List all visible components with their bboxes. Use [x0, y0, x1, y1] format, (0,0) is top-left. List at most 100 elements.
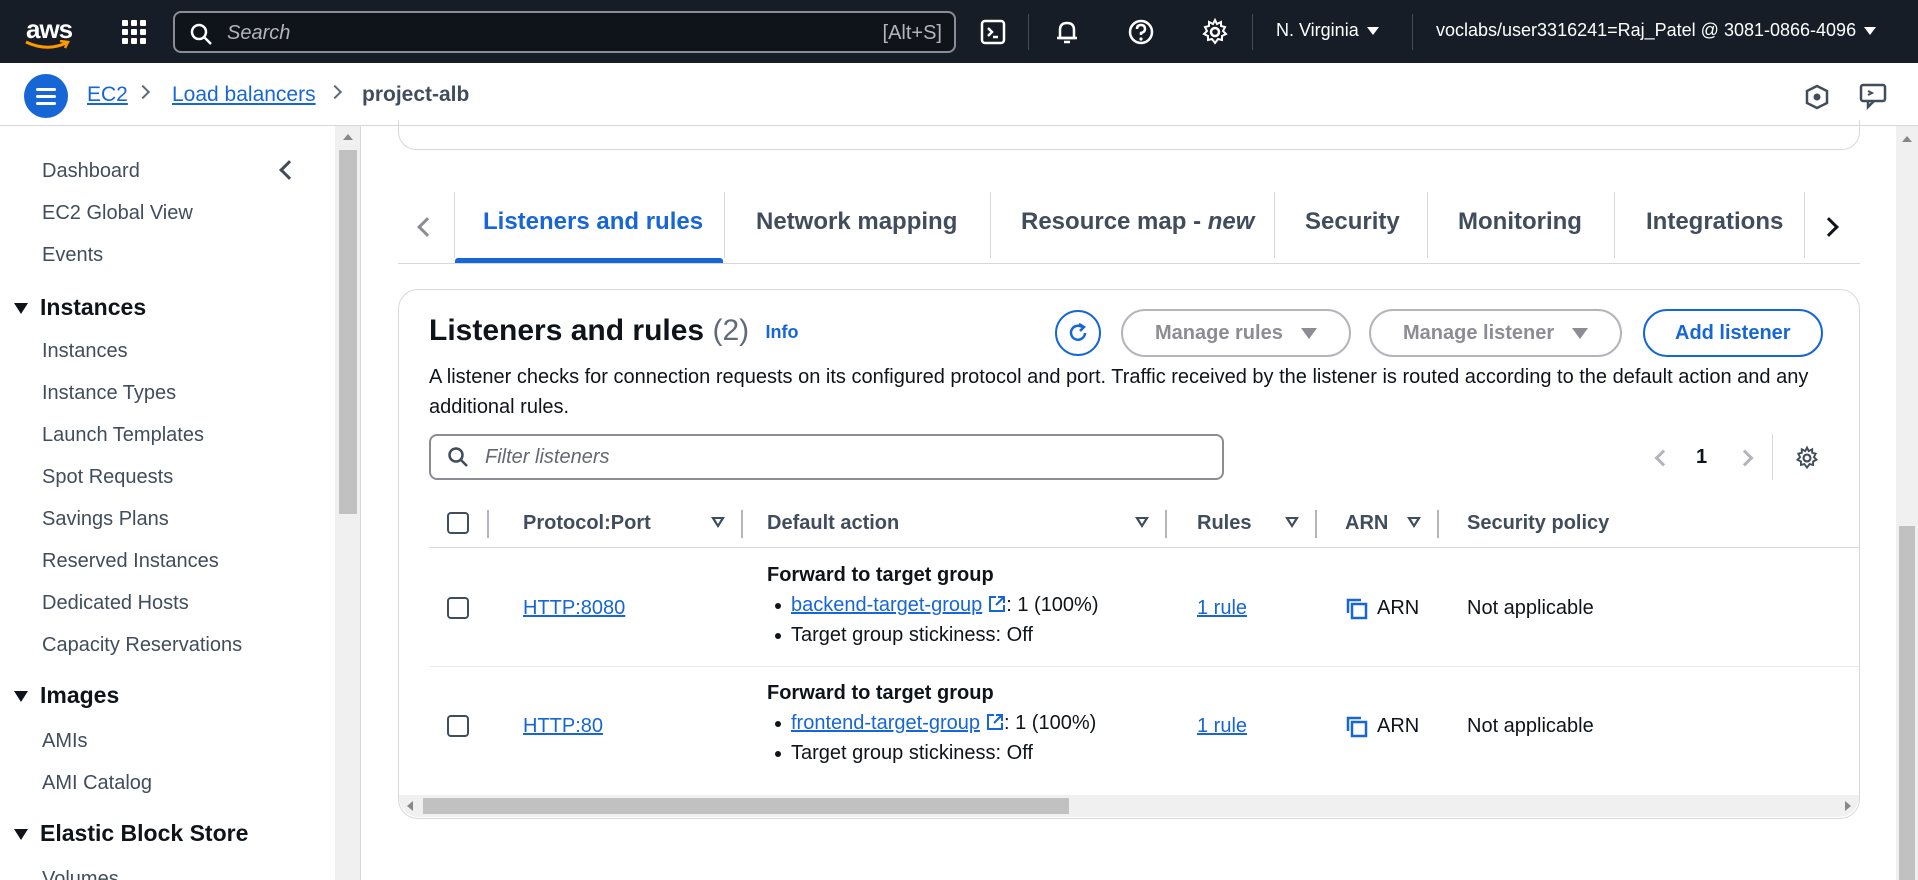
- default-action-title: Forward to target group: [767, 682, 994, 704]
- sidebar-item-dashboard[interactable]: Dashboard: [42, 160, 140, 183]
- previous-page-icon[interactable]: [1654, 449, 1672, 467]
- column-divider: [1315, 510, 1317, 538]
- chevron-right-icon: [135, 84, 151, 100]
- sidebar-item-instance-types[interactable]: Instance Types: [42, 382, 176, 405]
- column-header-default-action[interactable]: Default action: [767, 512, 899, 535]
- table-row[interactable]: HTTP:8080 Forward to target group backen…: [429, 549, 1859, 667]
- gear-icon[interactable]: [1200, 17, 1230, 47]
- add-listener-label: Add listener: [1675, 322, 1791, 344]
- search-icon: [448, 447, 468, 467]
- page-number[interactable]: 1: [1696, 446, 1707, 469]
- table-row[interactable]: HTTP:80 Forward to target group frontend…: [429, 667, 1859, 785]
- sidebar-item-ec2-global-view[interactable]: EC2 Global View: [42, 202, 193, 225]
- detail-tabs: Listeners and rules Network mapping Reso…: [398, 190, 1860, 264]
- tab-security[interactable]: Security: [1305, 208, 1400, 236]
- tab-integrations[interactable]: Integrations: [1646, 208, 1783, 236]
- column-divider: [487, 510, 489, 538]
- sort-icon[interactable]: [1285, 517, 1299, 528]
- sort-icon[interactable]: [1407, 517, 1421, 528]
- target-group-link[interactable]: backend-target-group: [791, 594, 982, 616]
- tab-divider: [1274, 192, 1275, 258]
- tab-divider: [990, 192, 991, 258]
- listeners-count: (2): [712, 314, 750, 347]
- info-link[interactable]: Info: [765, 322, 798, 342]
- sidebar-item-amis[interactable]: AMIs: [42, 730, 88, 753]
- manage-listener-button[interactable]: Manage listener: [1369, 309, 1623, 357]
- sidebar-item-instances[interactable]: Instances: [42, 340, 128, 363]
- apps-grid-icon[interactable]: [122, 20, 146, 44]
- arn-label: ARN: [1377, 715, 1420, 737]
- default-action-title: Forward to target group: [767, 564, 994, 586]
- sidebar-item-dedicated-hosts[interactable]: Dedicated Hosts: [42, 592, 189, 615]
- rules-link[interactable]: 1 rule: [1197, 715, 1247, 738]
- table-settings-icon[interactable]: [1794, 445, 1820, 471]
- tab-resource-map[interactable]: Resource map - new: [1021, 208, 1254, 236]
- sidebar-item-volumes[interactable]: Volumes: [42, 868, 119, 880]
- sidebar-section-instances[interactable]: Instances: [14, 294, 146, 321]
- listener-protocol-port-link[interactable]: HTTP:8080: [523, 597, 625, 620]
- manage-rules-button[interactable]: Manage rules: [1121, 309, 1351, 357]
- select-all-checkbox[interactable]: [447, 512, 469, 534]
- next-page-icon[interactable]: [1736, 449, 1754, 467]
- tab-monitoring[interactable]: Monitoring: [1458, 208, 1582, 236]
- search-icon: [190, 23, 212, 45]
- external-link-icon[interactable]: [988, 595, 1006, 613]
- chevron-left-icon[interactable]: [417, 217, 437, 237]
- region-selector[interactable]: N. Virginia: [1276, 20, 1379, 41]
- sort-icon[interactable]: [1135, 517, 1149, 528]
- add-listener-button[interactable]: Add listener: [1643, 309, 1823, 357]
- bullet: [775, 632, 781, 639]
- column-header-arn[interactable]: ARN: [1345, 512, 1388, 535]
- pager-divider: [1772, 434, 1773, 480]
- chevron-right-icon[interactable]: [1819, 217, 1839, 237]
- feedback-icon[interactable]: [1858, 81, 1888, 111]
- copy-icon[interactable]: [1345, 597, 1369, 621]
- rules-link[interactable]: 1 rule: [1197, 597, 1247, 620]
- breadcrumb-ec2-link[interactable]: EC2: [87, 83, 128, 107]
- listeners-heading: Listeners and rules: [429, 314, 705, 347]
- cloudshell-icon[interactable]: [978, 17, 1008, 47]
- sidebar-section-title: Instances: [40, 294, 147, 320]
- shield-settings-icon[interactable]: [1802, 82, 1832, 112]
- tab-listeners-and-rules[interactable]: Listeners and rules: [483, 208, 703, 236]
- sort-icon[interactable]: [711, 517, 725, 528]
- bell-icon[interactable]: [1052, 17, 1082, 47]
- menu-toggle-button[interactable]: [24, 74, 68, 118]
- sidebar-item-capacity-reservations[interactable]: Capacity Reservations: [42, 634, 242, 657]
- breadcrumb-load-balancers-link[interactable]: Load balancers: [172, 83, 316, 107]
- sidebar-item-launch-templates[interactable]: Launch Templates: [42, 424, 204, 447]
- column-header-protocol-port[interactable]: Protocol:Port: [523, 512, 651, 535]
- sidebar-item-ami-catalog[interactable]: AMI Catalog: [42, 772, 152, 795]
- tab-network-mapping[interactable]: Network mapping: [756, 208, 957, 236]
- sidebar-section-images[interactable]: Images: [14, 682, 119, 709]
- sidebar-item-events[interactable]: Events: [42, 244, 103, 267]
- sidebar-item-savings-plans[interactable]: Savings Plans: [42, 508, 169, 531]
- sidebar-item-reserved-instances[interactable]: Reserved Instances: [42, 550, 219, 573]
- sidebar-scrollbar[interactable]: [335, 126, 361, 880]
- stickiness-line: Target group stickiness: Off: [775, 624, 1033, 647]
- active-tab-indicator: [455, 258, 723, 263]
- target-group-link[interactable]: frontend-target-group: [791, 712, 980, 734]
- arn-label: ARN: [1377, 597, 1420, 619]
- table-horizontal-scrollbar[interactable]: [399, 795, 1859, 817]
- main-scrollbar[interactable]: [1896, 126, 1918, 880]
- search-shortcut: [Alt+S]: [882, 22, 942, 44]
- help-icon[interactable]: [1126, 17, 1156, 47]
- account-menu[interactable]: voclabs/user3316241=Raj_Patel @ 3081-086…: [1436, 20, 1877, 41]
- refresh-button[interactable]: [1055, 310, 1101, 356]
- global-search-input[interactable]: Search [Alt+S]: [173, 11, 956, 53]
- manage-listener-label: Manage listener: [1403, 322, 1555, 344]
- bullet: [775, 602, 781, 609]
- listener-protocol-port-link[interactable]: HTTP:80: [523, 715, 603, 738]
- row-checkbox[interactable]: [447, 715, 469, 737]
- filter-listeners-input[interactable]: Filter listeners: [429, 434, 1224, 480]
- aws-logo[interactable]: aws: [24, 14, 73, 50]
- column-header-security-policy[interactable]: Security policy: [1467, 512, 1609, 535]
- row-checkbox[interactable]: [447, 597, 469, 619]
- tab-divider: [1427, 192, 1428, 258]
- sidebar-section-elastic-block-store[interactable]: Elastic Block Store: [14, 820, 248, 847]
- sidebar-item-spot-requests[interactable]: Spot Requests: [42, 466, 173, 489]
- external-link-icon[interactable]: [986, 713, 1004, 731]
- copy-icon[interactable]: [1345, 715, 1369, 739]
- column-header-rules[interactable]: Rules: [1197, 512, 1251, 535]
